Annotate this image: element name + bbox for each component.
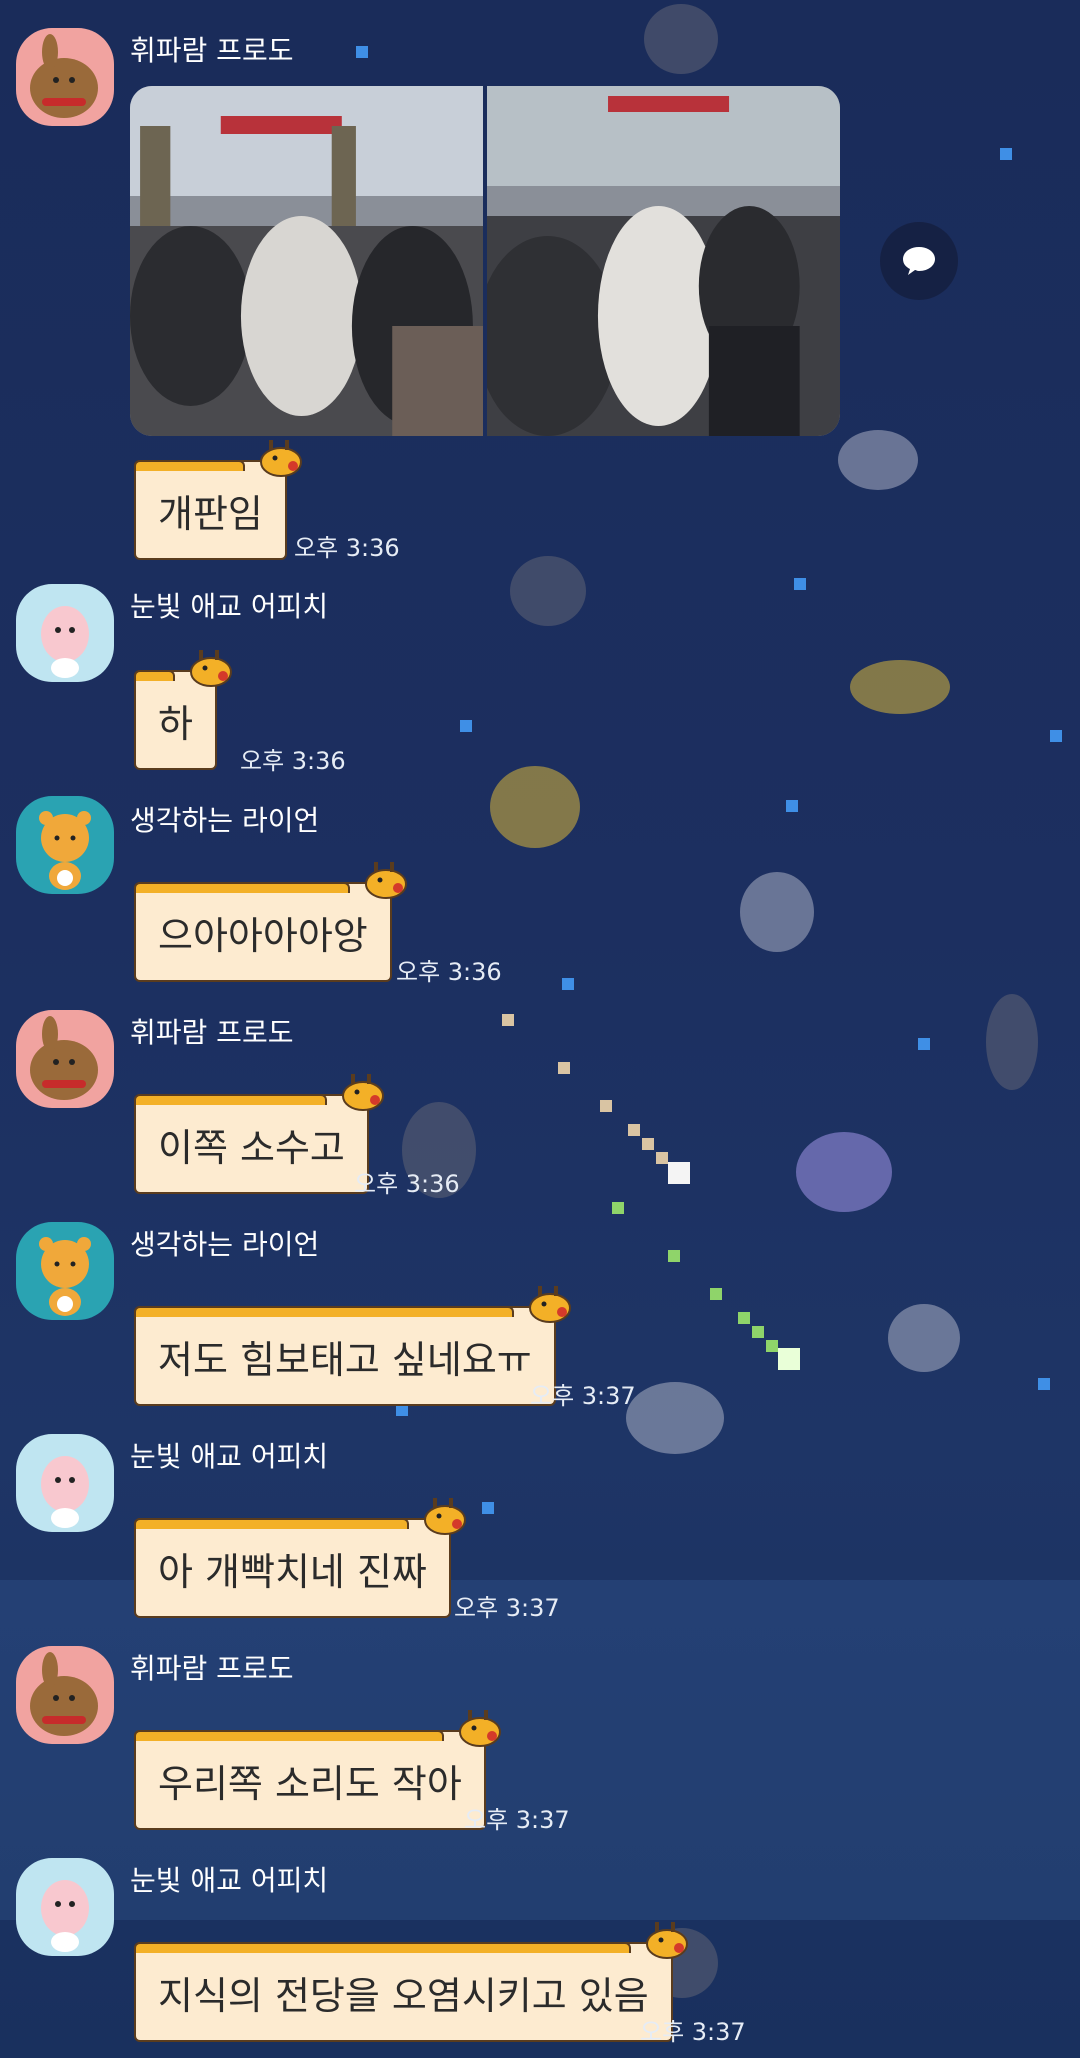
- giraffe-icon: [524, 1282, 576, 1326]
- timestamp: 오후 3:37: [454, 1594, 560, 1622]
- timestamp: 오후 3:37: [464, 1806, 570, 1834]
- timestamp: 오후 3:36: [240, 747, 346, 775]
- frodo-avatar-icon[interactable]: [16, 28, 114, 126]
- sender-name: 눈빛 애교 어피치: [130, 1864, 329, 1897]
- message-bubble[interactable]: 지식의 전당을 오염시키고 있음: [134, 1922, 688, 2042]
- frodo-avatar-icon[interactable]: [16, 1010, 114, 1108]
- giraffe-icon: [419, 1494, 471, 1538]
- timestamp: 오후 3:37: [640, 2018, 746, 2046]
- message-text: 저도 힘보태고 싶네요ㅠ: [158, 1337, 532, 1382]
- message-text: 하: [158, 701, 193, 746]
- crowd-photo-2[interactable]: [487, 86, 840, 436]
- giraffe-icon: [255, 436, 307, 480]
- ryan-avatar-icon[interactable]: [16, 796, 114, 894]
- sender-name: 휘파람 프로도: [130, 1652, 294, 1685]
- sender-name: 생각하는 라이언: [130, 804, 320, 837]
- sender-name: 휘파람 프로도: [130, 1016, 294, 1049]
- sender-name: 눈빛 애교 어피치: [130, 1440, 329, 1473]
- sender-name: 생각하는 라이언: [130, 1228, 320, 1261]
- message-bubble[interactable]: 이쪽 소수고: [134, 1074, 384, 1194]
- photo-message[interactable]: [130, 86, 840, 436]
- message-text: 이쪽 소수고: [158, 1125, 345, 1170]
- message-text: 으아아아아앙: [158, 913, 368, 958]
- apeach-avatar-icon[interactable]: [16, 584, 114, 682]
- ryan-avatar-icon[interactable]: [16, 1222, 114, 1320]
- giraffe-icon: [360, 858, 412, 902]
- timestamp: 오후 3:36: [354, 1170, 460, 1198]
- sender-name: 눈빛 애교 어피치: [130, 590, 329, 623]
- message-text: 지식의 전당을 오염시키고 있음: [158, 1973, 649, 2018]
- apeach-avatar-icon[interactable]: [16, 1858, 114, 1956]
- timestamp: 오후 3:36: [294, 534, 400, 562]
- apeach-avatar-icon[interactable]: [16, 1434, 114, 1532]
- giraffe-icon: [641, 1918, 693, 1962]
- timestamp: 오후 3:37: [530, 1382, 636, 1410]
- reply-button[interactable]: [880, 222, 958, 300]
- sender-name: 휘파람 프로도: [130, 34, 294, 67]
- message-bubble[interactable]: 개판임: [134, 440, 302, 560]
- message-text: 우리쪽 소리도 작아: [158, 1761, 462, 1806]
- giraffe-icon: [454, 1706, 506, 1750]
- frodo-avatar-icon[interactable]: [16, 1646, 114, 1744]
- giraffe-icon: [337, 1070, 389, 1114]
- message-bubble[interactable]: 저도 힘보태고 싶네요ㅠ: [134, 1286, 571, 1406]
- message-bubble[interactable]: 우리쪽 소리도 작아: [134, 1710, 501, 1830]
- timestamp: 오후 3:36: [396, 958, 502, 986]
- giraffe-icon: [185, 646, 237, 690]
- message-text: 개판임: [158, 491, 263, 536]
- speech-bubble-icon: [903, 247, 935, 275]
- message-bubble[interactable]: 하: [134, 650, 232, 770]
- message-text: 아 개빡치네 진짜: [158, 1549, 427, 1594]
- crowd-photo-1[interactable]: [130, 86, 483, 436]
- message-bubble[interactable]: 아 개빡치네 진짜: [134, 1498, 466, 1618]
- message-bubble[interactable]: 으아아아아앙: [134, 862, 407, 982]
